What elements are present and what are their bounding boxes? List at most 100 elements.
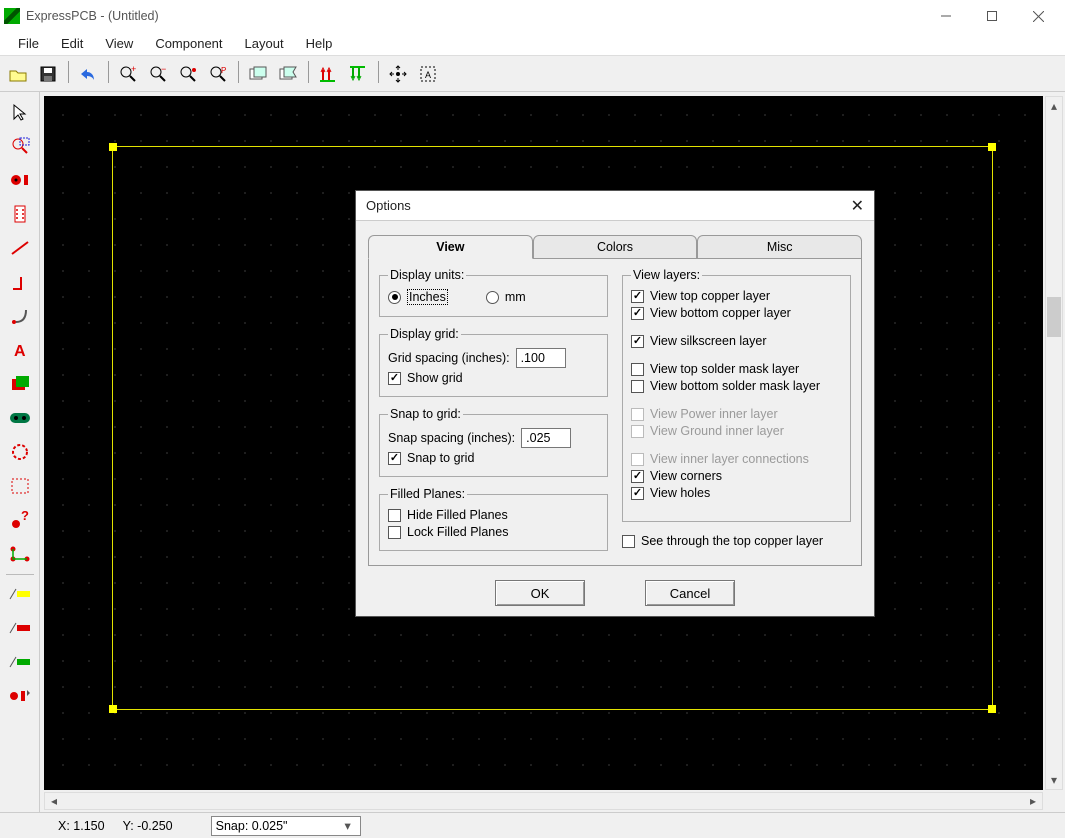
pad-tool[interactable]: [4, 164, 36, 196]
text-tool[interactable]: A: [4, 334, 36, 366]
statusbar: X: 1.150 Y: -0.250 Snap: 0.025" ▾: [0, 812, 1065, 838]
svg-text:+: +: [131, 65, 136, 74]
tab-colors[interactable]: Colors: [533, 235, 698, 259]
scroll-down-icon[interactable]: ▾: [1046, 771, 1062, 789]
component-tool[interactable]: [4, 198, 36, 230]
label-inner-conn: View inner layer connections: [650, 452, 809, 466]
menu-edit[interactable]: Edit: [51, 34, 93, 53]
radio-mm[interactable]: [486, 291, 499, 304]
corner-handle-tr[interactable]: [988, 143, 996, 151]
zoom-out-icon[interactable]: −: [144, 60, 172, 88]
fill-tool[interactable]: [4, 402, 36, 434]
label-lock-planes: Lock Filled Planes: [407, 525, 508, 539]
check-silkscreen[interactable]: [631, 335, 644, 348]
ok-button[interactable]: OK: [495, 580, 585, 606]
corner-handle-br[interactable]: [988, 705, 996, 713]
close-button[interactable]: [1015, 0, 1061, 32]
zoom-tool[interactable]: [4, 130, 36, 162]
menu-layout[interactable]: Layout: [235, 34, 294, 53]
check-bottom-copper[interactable]: [631, 307, 644, 320]
scroll-right-icon[interactable]: ▸: [1024, 794, 1042, 808]
label-snap-spacing: Snap spacing (inches):: [388, 431, 515, 445]
dialog-close-icon[interactable]: ✕: [851, 196, 864, 216]
menu-view[interactable]: View: [95, 34, 143, 53]
horizontal-scrollbar[interactable]: ◂ ▸: [44, 792, 1043, 810]
menu-help[interactable]: Help: [296, 34, 343, 53]
corner-tool[interactable]: [4, 266, 36, 298]
options-dialog: Options ✕ View Colors Misc Display units…: [355, 190, 875, 617]
link-sch-icon[interactable]: [244, 60, 272, 88]
open-icon[interactable]: [4, 60, 32, 88]
legend-filled-planes: Filled Planes:: [388, 487, 467, 501]
label-holes: View holes: [650, 486, 710, 500]
center-icon[interactable]: [384, 60, 412, 88]
check-holes[interactable]: [631, 487, 644, 500]
corner-handle-bl[interactable]: [109, 705, 117, 713]
scroll-up-icon[interactable]: ▴: [1046, 97, 1062, 115]
tab-view[interactable]: View: [368, 235, 533, 259]
layer-bottom-tool[interactable]: [4, 680, 36, 712]
label-corners: View corners: [650, 469, 722, 483]
layer-top-tool[interactable]: [4, 578, 36, 610]
undo-icon[interactable]: [74, 60, 102, 88]
status-y: Y: -0.250: [123, 819, 173, 833]
maximize-button[interactable]: [969, 0, 1015, 32]
label-top-mask: View top solder mask layer: [650, 362, 799, 376]
zoom-in-icon[interactable]: +: [114, 60, 142, 88]
net-info-tool[interactable]: ?: [4, 504, 36, 536]
unlink-sch-icon[interactable]: [274, 60, 302, 88]
menu-component[interactable]: Component: [145, 34, 232, 53]
label-bottom-copper: View bottom copper layer: [650, 306, 791, 320]
check-top-copper[interactable]: [631, 290, 644, 303]
window-title: ExpressPCB - (Untitled): [26, 9, 159, 23]
top-layer-icon[interactable]: [314, 60, 342, 88]
circle-tool[interactable]: [4, 436, 36, 468]
label-see-through: See through the top copper layer: [641, 534, 823, 548]
arc-tool[interactable]: [4, 300, 36, 332]
label-hide-planes: Hide Filled Planes: [407, 508, 508, 522]
group-view-layers: View layers: View top copper layer View …: [622, 268, 851, 522]
vertical-scrollbar[interactable]: ▴ ▾: [1045, 96, 1063, 790]
check-see-through[interactable]: [622, 535, 635, 548]
board-edge-tool[interactable]: [4, 470, 36, 502]
zoom-prev-icon[interactable]: P: [204, 60, 232, 88]
label-mm: mm: [505, 290, 526, 304]
check-top-mask[interactable]: [631, 363, 644, 376]
radio-inches[interactable]: [388, 291, 401, 304]
input-grid-spacing[interactable]: .100: [516, 348, 566, 368]
bottom-layer-icon[interactable]: [344, 60, 372, 88]
check-snap-grid[interactable]: [388, 452, 401, 465]
select-tool[interactable]: [4, 96, 36, 128]
frame-icon[interactable]: A: [414, 60, 442, 88]
bus-tool[interactable]: [4, 538, 36, 570]
layer-inner1-tool[interactable]: [4, 612, 36, 644]
layer-inner2-tool[interactable]: [4, 646, 36, 678]
corner-handle-tl[interactable]: [109, 143, 117, 151]
cancel-button[interactable]: Cancel: [645, 580, 735, 606]
snap-dropdown[interactable]: Snap: 0.025" ▾: [211, 816, 361, 836]
tab-misc[interactable]: Misc: [697, 235, 862, 259]
legend-display-grid: Display grid:: [388, 327, 461, 341]
label-grid-spacing: Grid spacing (inches):: [388, 351, 510, 365]
check-hide-planes[interactable]: [388, 509, 401, 522]
check-corners[interactable]: [631, 470, 644, 483]
menu-file[interactable]: File: [8, 34, 49, 53]
legend-view-layers: View layers:: [631, 268, 702, 282]
zoom-fit-icon[interactable]: [174, 60, 202, 88]
trace-tool[interactable]: [4, 232, 36, 264]
scroll-left-icon[interactable]: ◂: [45, 794, 63, 808]
minimize-button[interactable]: [923, 0, 969, 32]
vscroll-thumb[interactable]: [1047, 297, 1061, 337]
check-bottom-mask[interactable]: [631, 380, 644, 393]
save-icon[interactable]: [34, 60, 62, 88]
svg-text:?: ?: [21, 510, 29, 523]
input-snap-spacing[interactable]: .025: [521, 428, 571, 448]
check-power-inner: [631, 408, 644, 421]
dialog-title: Options: [366, 198, 411, 213]
legend-display-units: Display units:: [388, 268, 466, 282]
svg-text:A: A: [425, 70, 431, 80]
check-lock-planes[interactable]: [388, 526, 401, 539]
check-show-grid[interactable]: [388, 372, 401, 385]
label-bottom-mask: View bottom solder mask layer: [650, 379, 820, 393]
rect-tool[interactable]: [4, 368, 36, 400]
